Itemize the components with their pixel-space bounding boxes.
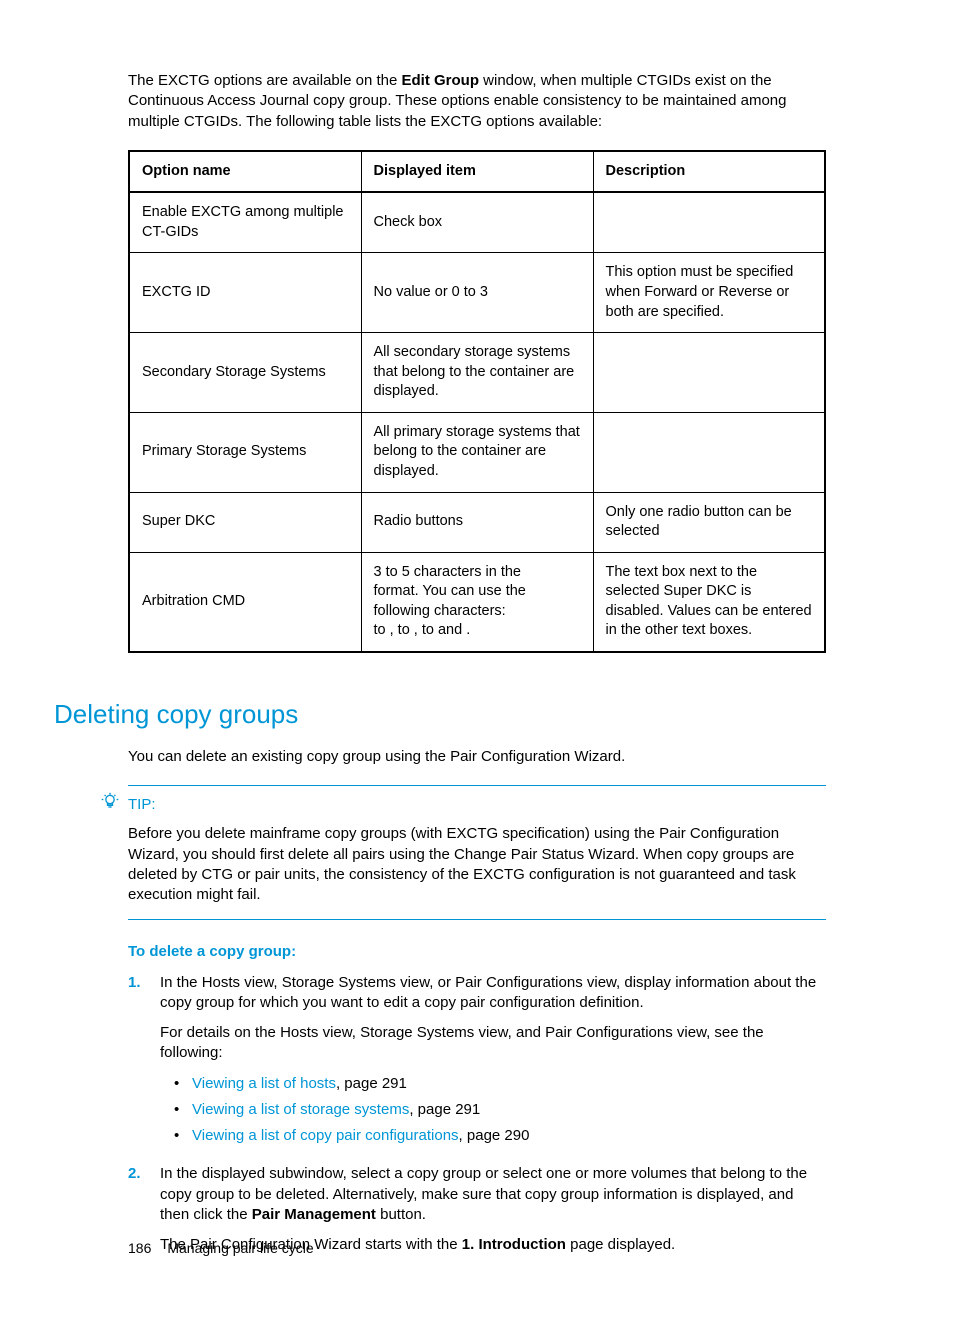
step-2-p1-bold: Pair Management	[252, 1206, 376, 1223]
table-row: Arbitration CMD 3 to 5 characters in the…	[129, 552, 825, 652]
list-item: Viewing a list of copy pair configuratio…	[174, 1126, 826, 1146]
tip-lightbulb-icon	[100, 792, 120, 818]
intro-bold: Edit Group	[402, 72, 480, 89]
cell: Arbitration CMD	[129, 552, 361, 652]
cell: EXCTG ID	[129, 253, 361, 333]
step-1-p2: For details on the Hosts view, Storage S…	[160, 1023, 826, 1064]
cell: The text box next to the selected Super …	[593, 552, 825, 652]
link-storage-systems[interactable]: Viewing a list of storage systems	[192, 1101, 409, 1118]
cell	[593, 192, 825, 253]
cell: Only one radio button can be selected	[593, 492, 825, 552]
table-row: Secondary Storage Systems All secondary …	[129, 333, 825, 413]
list-item: Viewing a list of storage systems, page …	[174, 1100, 826, 1120]
table-row: Primary Storage Systems All primary stor…	[129, 412, 825, 492]
table-row: EXCTG ID No value or 0 to 3 This option …	[129, 253, 825, 333]
exctg-options-table: Option name Displayed item Description E…	[128, 150, 826, 653]
step-2-p2-bold: 1. Introduction	[462, 1236, 566, 1253]
step-1-links: Viewing a list of hosts, page 291 Viewin…	[174, 1074, 826, 1147]
header-displayed-item: Displayed item	[361, 151, 593, 193]
link-hosts[interactable]: Viewing a list of hosts	[192, 1075, 336, 1092]
step-2-p1: In the displayed subwindow, select a cop…	[160, 1164, 826, 1225]
tip-rule-bottom	[128, 919, 826, 920]
header-description: Description	[593, 151, 825, 193]
link-copy-pair-configs[interactable]: Viewing a list of copy pair configuratio…	[192, 1127, 459, 1144]
cell	[593, 333, 825, 413]
step-1: 1. In the Hosts view, Storage Systems vi…	[128, 973, 826, 1153]
step-2-p1-b: button.	[376, 1206, 426, 1223]
cell: This option must be specified when Forwa…	[593, 253, 825, 333]
page-number: 186	[128, 1239, 151, 1258]
list-item: Viewing a list of hosts, page 291	[174, 1074, 826, 1094]
link-storage-suffix: , page 291	[409, 1101, 480, 1118]
table-row: Enable EXCTG among multiple CT-GIDs Chec…	[129, 192, 825, 253]
procedure-heading: To delete a copy group:	[128, 942, 826, 962]
procedure-steps: 1. In the Hosts view, Storage Systems vi…	[128, 973, 826, 1266]
link-hosts-suffix: , page 291	[336, 1075, 407, 1092]
cell	[593, 412, 825, 492]
cell: Enable EXCTG among multiple CT-GIDs	[129, 192, 361, 253]
cell: Secondary Storage Systems	[129, 333, 361, 413]
table-header-row: Option name Displayed item Description	[129, 151, 825, 193]
step-number: 1.	[128, 973, 146, 1153]
chapter-title: Managing pair life cycle	[167, 1239, 313, 1258]
page-footer: 186 Managing pair life cycle	[128, 1239, 314, 1258]
cell: All primary storage systems that belong …	[361, 412, 593, 492]
section-intro: You can delete an existing copy group us…	[128, 747, 826, 767]
header-option-name: Option name	[129, 151, 361, 193]
link-configs-suffix: , page 290	[459, 1127, 530, 1144]
section-heading: Deleting copy groups	[54, 697, 826, 732]
table-row: Super DKC Radio buttons Only one radio b…	[129, 492, 825, 552]
tip-label: TIP:	[128, 795, 156, 815]
step-1-p1: In the Hosts view, Storage Systems view,…	[160, 973, 826, 1014]
cell: 3 to 5 characters in the format. You can…	[361, 552, 593, 652]
cell: No value or 0 to 3	[361, 253, 593, 333]
cell: Primary Storage Systems	[129, 412, 361, 492]
tip-header: TIP:	[100, 786, 826, 822]
tip-block: TIP: Before you delete mainframe copy gr…	[100, 785, 826, 920]
cell: Check box	[361, 192, 593, 253]
tip-body: Before you delete mainframe copy groups …	[128, 822, 826, 919]
intro-paragraph: The EXCTG options are available on the E…	[128, 71, 826, 132]
cell: Super DKC	[129, 492, 361, 552]
intro-text-1: The EXCTG options are available on the	[128, 72, 402, 89]
cell: All secondary storage systems that belon…	[361, 333, 593, 413]
step-2-p2-b: page displayed.	[566, 1236, 675, 1253]
cell: Radio buttons	[361, 492, 593, 552]
